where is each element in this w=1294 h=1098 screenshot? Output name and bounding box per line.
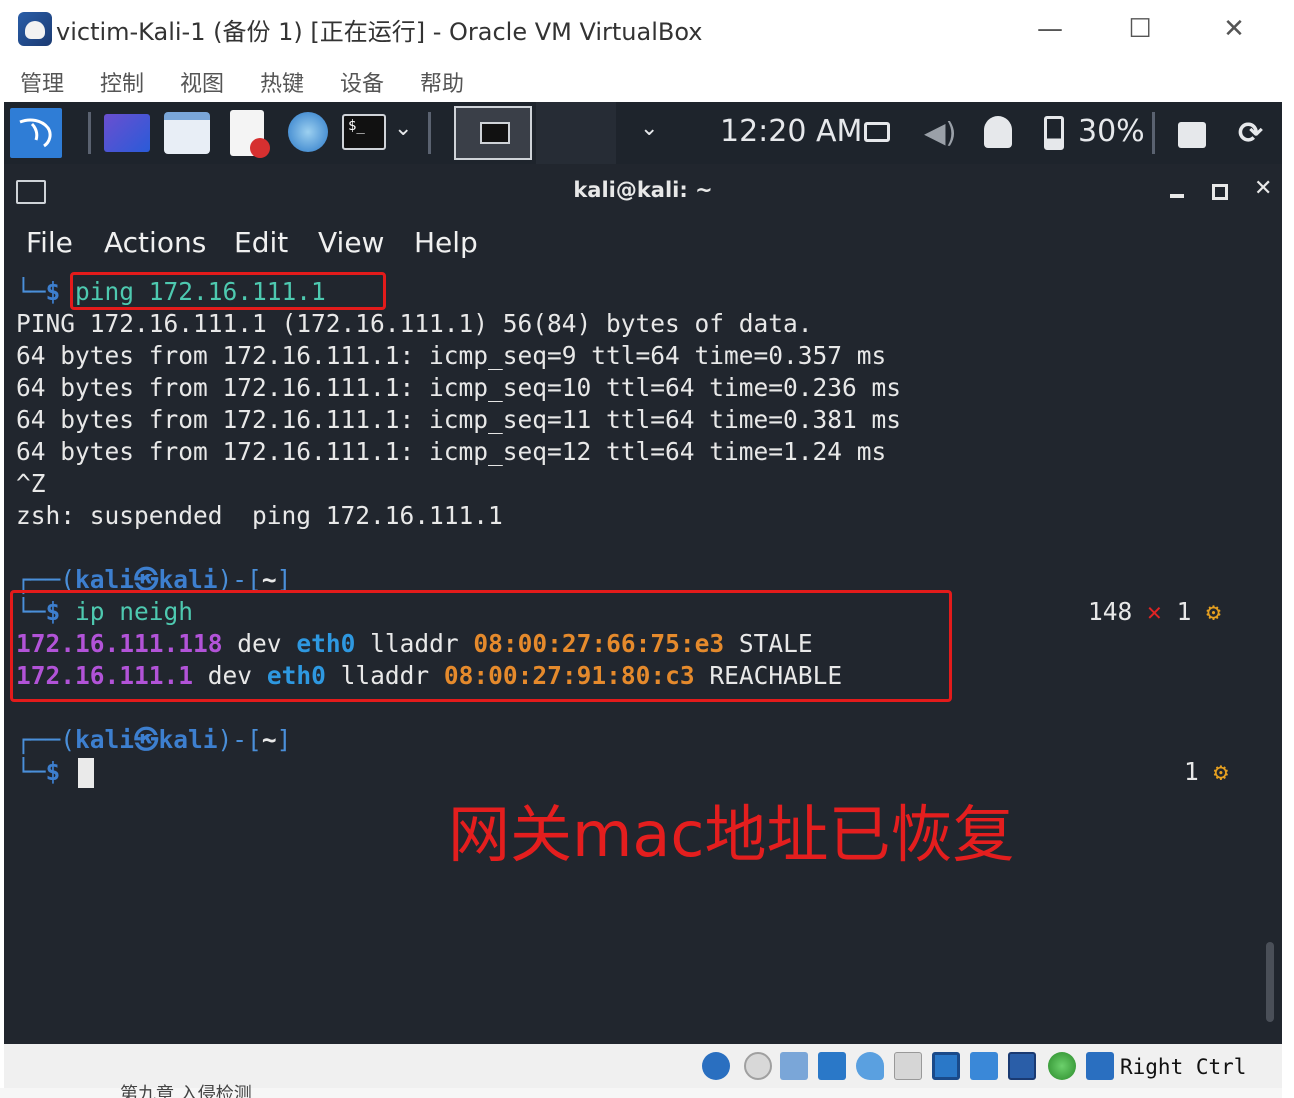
host-key-label[interactable]: Right Ctrl: [1120, 1055, 1246, 1079]
chevron-down-icon[interactable]: ⌄: [640, 116, 658, 141]
menu-manage[interactable]: 管理: [20, 66, 64, 98]
window-edge: [1282, 0, 1294, 1098]
vt-x-icon[interactable]: [1008, 1052, 1036, 1080]
taskbar-empty-slot: [536, 102, 616, 164]
menu-actions[interactable]: Actions: [104, 226, 206, 259]
menu-help[interactable]: Help: [414, 226, 478, 259]
menu-hotkeys[interactable]: 热键: [260, 66, 304, 98]
virtualbox-icon: [18, 12, 52, 46]
terminal-minimize-button[interactable]: [1170, 194, 1184, 198]
output-line: PING 172.16.111.1 (172.16.111.1) 56(84) …: [16, 309, 813, 338]
highlight-box-ping: [70, 272, 386, 310]
close-button[interactable]: ✕: [1210, 6, 1258, 52]
terminal-menubar: File Actions Edit View Help: [4, 220, 1282, 268]
prompt-line: └─$: [16, 757, 61, 786]
browser-icon[interactable]: [288, 112, 328, 152]
window-titlebar: victim-Kali-1 (备份 1) [正在运行] - Oracle VM …: [4, 0, 1282, 58]
terminal-titlebar: kali@kali: ~ ✕: [4, 164, 1282, 220]
prompt-header: ┌──(kali㉿kali)-[~]: [16, 725, 292, 754]
menu-devices[interactable]: 设备: [340, 66, 384, 98]
recording-icon[interactable]: [970, 1052, 998, 1080]
highlight-box-neigh: [10, 590, 952, 702]
panel-separator: [1152, 112, 1155, 154]
text-editor-icon[interactable]: [230, 110, 270, 158]
output-line: 64 bytes from 172.16.111.1: icmp_seq=12 …: [16, 437, 887, 466]
logout-icon[interactable]: ⟳: [1238, 116, 1263, 151]
battery-percentage: 30%: [1078, 114, 1145, 149]
window-title: victim-Kali-1 (备份 1) [正在运行] - Oracle VM …: [56, 18, 703, 46]
audio-icon[interactable]: [780, 1052, 808, 1080]
kali-menu-icon[interactable]: [10, 108, 62, 158]
terminal-title: kali@kali: ~: [573, 178, 713, 202]
menu-edit[interactable]: Edit: [234, 226, 288, 259]
desktop-icon[interactable]: [104, 114, 150, 152]
terminal-scrollbar[interactable]: [1266, 942, 1274, 1022]
terminal-launcher-icon[interactable]: $_: [342, 114, 386, 150]
menu-control[interactable]: 控制: [100, 66, 144, 98]
terminal-close-button[interactable]: ✕: [1254, 176, 1272, 201]
kali-panel: $_ ⌄ ⌄ 12:20 AM ◀) 30% ⟳: [4, 102, 1282, 164]
guest-additions-icon[interactable]: [1048, 1052, 1076, 1080]
text-cursor: [78, 758, 94, 788]
terminal-window: kali@kali: ~ ✕ File Actions Edit View He…: [4, 164, 1282, 1044]
background-window-text: 第九章 入侵检测: [120, 1084, 252, 1098]
terminal-output[interactable]: └─$ ping 172.16.111.1 PING 172.16.111.1 …: [4, 268, 1282, 1044]
menu-view[interactable]: 视图: [180, 66, 224, 98]
display-icon[interactable]: [864, 122, 890, 142]
notification-bell-icon[interactable]: [984, 116, 1012, 148]
mouse-integration-icon[interactable]: [1086, 1052, 1114, 1080]
network-icon[interactable]: [818, 1052, 846, 1080]
menu-file[interactable]: File: [26, 226, 73, 259]
minimize-button[interactable]: —: [1026, 6, 1074, 52]
right-status: 1 ⚙: [1184, 757, 1229, 786]
file-manager-icon[interactable]: [164, 112, 210, 154]
display-icon[interactable]: [932, 1052, 960, 1080]
battery-icon[interactable]: [1044, 116, 1064, 150]
output-line: zsh: suspended ping 172.16.111.1: [16, 501, 503, 530]
panel-separator: [88, 112, 91, 154]
output-line: 64 bytes from 172.16.111.1: icmp_seq=9 t…: [16, 341, 887, 370]
menu-view[interactable]: View: [318, 226, 384, 259]
output-line: 64 bytes from 172.16.111.1: icmp_seq=10 …: [16, 373, 902, 402]
panel-clock[interactable]: 12:20 AM: [720, 114, 862, 149]
shared-folders-icon[interactable]: [894, 1052, 922, 1080]
usb-icon[interactable]: [856, 1052, 884, 1080]
volume-icon[interactable]: ◀): [924, 116, 956, 149]
output-line: ^Z: [16, 469, 46, 498]
maximize-button[interactable]: ☐: [1116, 6, 1164, 52]
panel-separator: [428, 112, 431, 154]
right-status: 148 ✕ 1 ⚙: [1088, 597, 1221, 626]
hard-disk-icon[interactable]: [702, 1052, 730, 1080]
menu-help[interactable]: 帮助: [420, 66, 464, 98]
lock-icon[interactable]: [1178, 122, 1206, 148]
chevron-down-icon[interactable]: ⌄: [394, 116, 412, 141]
taskbar-terminal-button[interactable]: [454, 106, 532, 160]
optical-drive-icon[interactable]: [744, 1052, 772, 1080]
annotation-text: 网关mac地址已恢复: [448, 798, 1015, 871]
terminal-maximize-button[interactable]: [1212, 184, 1228, 200]
output-line: 64 bytes from 172.16.111.1: icmp_seq=11 …: [16, 405, 902, 434]
host-menubar: 管理 控制 视图 热键 设备 帮助: [4, 58, 1282, 102]
